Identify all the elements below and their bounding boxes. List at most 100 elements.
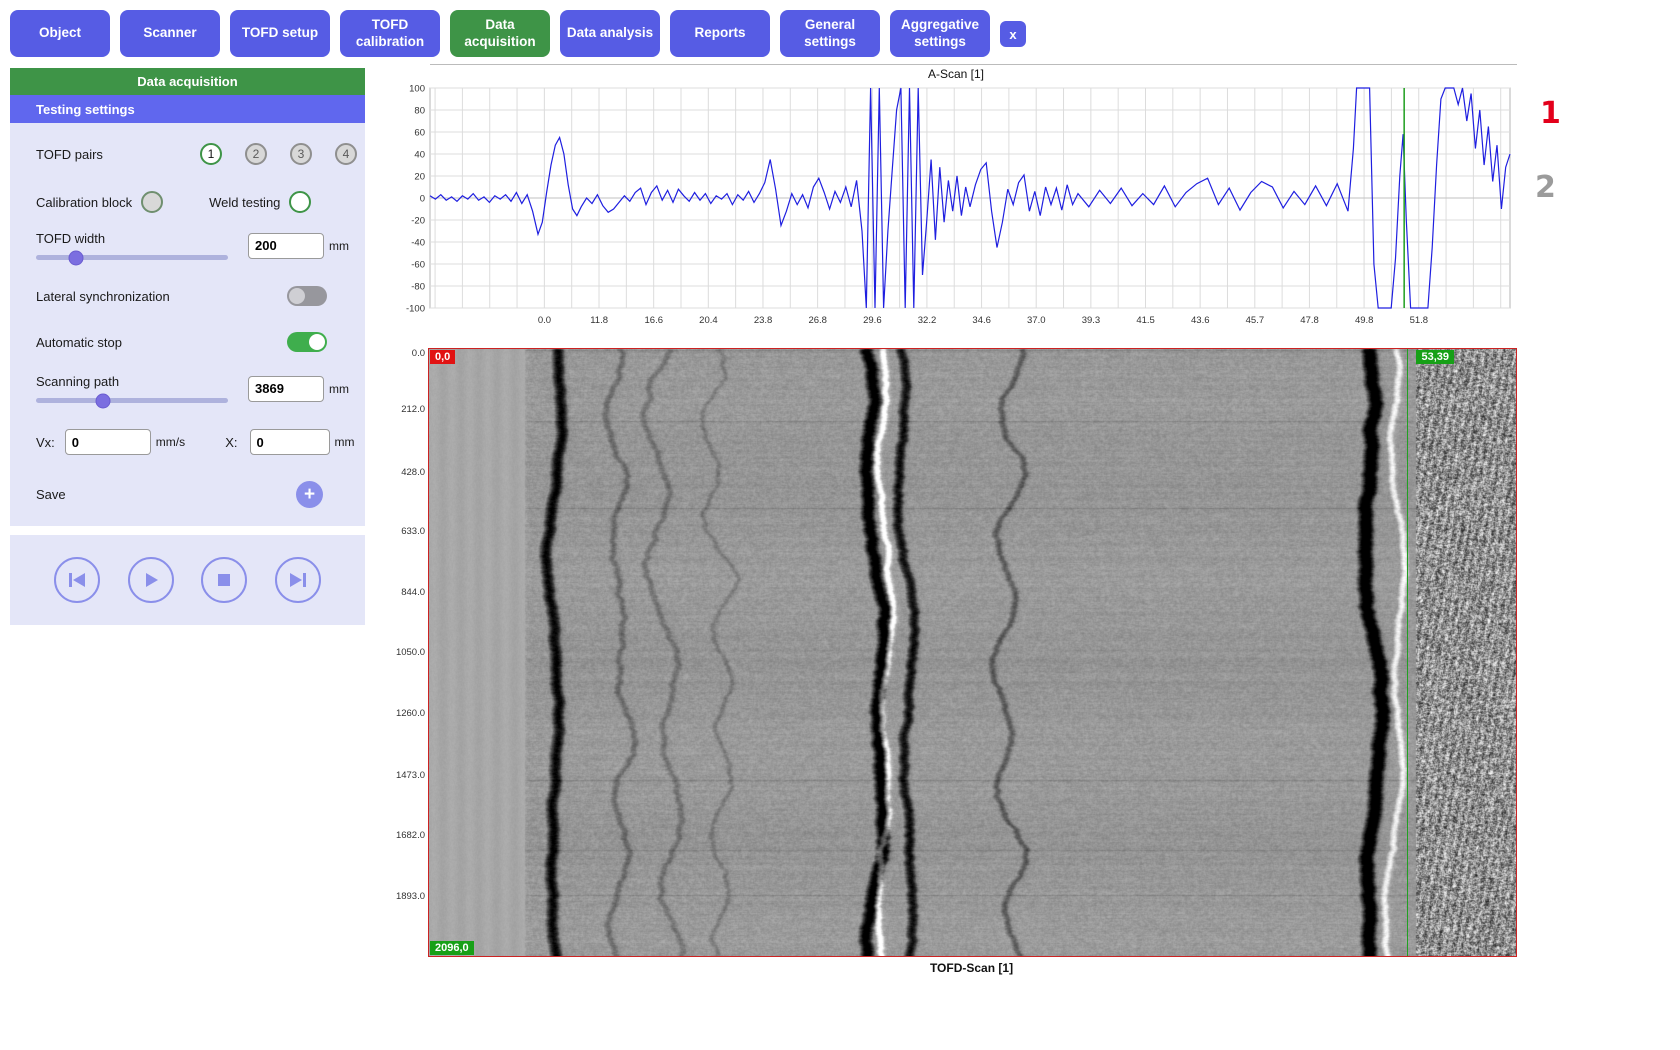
tofd-pairs-selector: 1 2 3 4	[177, 143, 357, 165]
sidebar-panel: Data acquisition Testing settings TOFD p…	[10, 68, 365, 625]
skip-to-end-button[interactable]	[275, 557, 321, 603]
svg-text:37.0: 37.0	[1027, 315, 1046, 326]
lateral-sync-toggle[interactable]	[287, 286, 327, 306]
play-icon	[142, 571, 160, 589]
svg-text:-100: -100	[406, 304, 425, 315]
skip-to-end-icon	[288, 571, 308, 589]
sidebar-title: Data acquisition	[10, 68, 365, 95]
svg-text:39.3: 39.3	[1082, 315, 1101, 326]
top-navigation: ObjectScannerTOFD setupTOFD calibrationD…	[10, 10, 1026, 57]
ascan-panel: A-Scan [1] 100806040200-20-40-60-80-1000…	[395, 64, 1517, 334]
plus-icon: +	[304, 484, 315, 506]
tab-object[interactable]: Object	[10, 10, 110, 57]
add-save-button[interactable]: +	[296, 481, 323, 508]
test-mode-row: Calibration block Weld testing	[10, 191, 365, 213]
channel-marker-1[interactable]: 1	[1540, 96, 1561, 131]
tofd-width-unit: mm	[329, 239, 355, 253]
ascan-plot[interactable]: 100806040200-20-40-60-80-1000.011.816.62…	[395, 82, 1515, 334]
tofd-width-row: TOFD width mm	[10, 231, 365, 260]
x-unit: mm	[335, 435, 358, 449]
svg-text:32.2: 32.2	[918, 315, 937, 326]
tofd-scan-frame: 0,0 53,39 2096,0	[428, 348, 1517, 957]
tofd-scan-y-tick: 212.0	[395, 404, 425, 415]
tab-aggregative-settings[interactable]: Aggregative settings	[890, 10, 990, 57]
tab-tofd-setup[interactable]: TOFD setup	[230, 10, 330, 57]
skip-to-start-icon	[67, 571, 87, 589]
tofd-scan-y-tick: 1893.0	[395, 891, 425, 902]
svg-text:45.7: 45.7	[1246, 315, 1265, 326]
tab-general-settings[interactable]: General settings	[780, 10, 880, 57]
x-label: X:	[225, 435, 237, 450]
stop-button[interactable]	[201, 557, 247, 603]
weld-testing-radio[interactable]	[289, 191, 311, 213]
tofd-pairs-row: TOFD pairs 1234	[10, 143, 365, 165]
testing-settings-panel: Data acquisition Testing settings TOFD p…	[10, 68, 365, 526]
automatic-stop-label: Automatic stop	[36, 335, 122, 350]
vx-input[interactable]	[65, 429, 151, 455]
tofd-width-slider[interactable]	[36, 255, 228, 260]
tab-tofd-calibration[interactable]: TOFD calibration	[340, 10, 440, 57]
svg-text:41.5: 41.5	[1136, 315, 1155, 326]
vx-unit: mm/s	[156, 435, 185, 449]
tofd-width-slider-thumb[interactable]	[69, 250, 84, 265]
calibration-block-label: Calibration block	[36, 195, 132, 210]
transport-controls	[10, 535, 365, 625]
tofd-scan-y-tick: 1473.0	[395, 770, 425, 781]
tofd-scan-y-tick: 1050.0	[395, 647, 425, 658]
svg-text:-80: -80	[411, 282, 425, 293]
tofd-scan-y-tick: 1682.0	[395, 830, 425, 841]
svg-text:43.6: 43.6	[1191, 315, 1210, 326]
calibration-block-radio[interactable]	[141, 191, 163, 213]
tofd-width-input[interactable]	[248, 233, 324, 259]
vx-label: Vx:	[36, 435, 55, 450]
play-button[interactable]	[128, 557, 174, 603]
svg-text:60: 60	[414, 128, 425, 139]
tofd-scan-y-tick: 1260.0	[395, 708, 425, 719]
svg-text:20: 20	[414, 172, 425, 183]
skip-to-start-button[interactable]	[54, 557, 100, 603]
save-row: Save +	[10, 481, 365, 508]
tab-data-acquisition[interactable]: Data acquisition	[450, 10, 550, 57]
lateral-sync-row: Lateral synchronization	[10, 286, 365, 306]
weld-testing-label: Weld testing	[209, 195, 280, 210]
svg-text:49.8: 49.8	[1355, 315, 1374, 326]
svg-text:26.8: 26.8	[808, 315, 827, 326]
tofd-pair-1[interactable]: 1	[200, 143, 222, 165]
channel-marker-2[interactable]: 2	[1535, 170, 1556, 205]
svg-text:11.8: 11.8	[590, 315, 608, 326]
svg-text:0: 0	[420, 194, 425, 205]
toggle-knob	[309, 334, 325, 350]
lateral-sync-label: Lateral synchronization	[36, 289, 170, 304]
tofd-scan-y-tick: 633.0	[395, 526, 425, 537]
svg-text:34.6: 34.6	[972, 315, 991, 326]
tofd-scan-panel: 0.0212.0428.0633.0844.01050.01260.01473.…	[395, 348, 1517, 988]
automatic-stop-row: Automatic stop	[10, 332, 365, 352]
velocity-position-row: Vx: mm/s X: mm	[10, 429, 365, 455]
svg-text:100: 100	[409, 84, 425, 95]
tofd-scan-image[interactable]	[429, 349, 1516, 956]
x-input[interactable]	[250, 429, 330, 455]
tofd-scan-title: TOFD-Scan [1]	[428, 961, 1515, 975]
scanning-path-row: Scanning path mm	[10, 374, 365, 403]
close-button[interactable]: x	[1000, 21, 1026, 47]
tab-reports[interactable]: Reports	[670, 10, 770, 57]
scanning-path-slider-thumb[interactable]	[96, 393, 111, 408]
tofd-scan-y-tick: 428.0	[395, 467, 425, 478]
tofd-pair-4[interactable]: 4	[335, 143, 357, 165]
scan-origin-badge: 0,0	[430, 350, 455, 364]
tofd-pair-3[interactable]: 3	[290, 143, 312, 165]
svg-text:80: 80	[414, 106, 425, 117]
scan-extent-badge: 2096,0	[430, 941, 474, 955]
tab-data-analysis[interactable]: Data analysis	[560, 10, 660, 57]
tofd-scan-y-axis: 0.0212.0428.0633.0844.01050.01260.01473.…	[395, 348, 425, 957]
automatic-stop-toggle[interactable]	[287, 332, 327, 352]
tofd-scan-cursor-line[interactable]	[1407, 349, 1408, 956]
svg-text:29.6: 29.6	[863, 315, 882, 326]
scanning-path-slider[interactable]	[36, 398, 228, 403]
svg-text:-40: -40	[411, 238, 425, 249]
svg-text:40: 40	[414, 150, 425, 161]
scanning-path-input[interactable]	[248, 376, 324, 402]
tab-scanner[interactable]: Scanner	[120, 10, 220, 57]
tofd-pair-2[interactable]: 2	[245, 143, 267, 165]
cursor-readout-badge: 53,39	[1416, 350, 1454, 364]
